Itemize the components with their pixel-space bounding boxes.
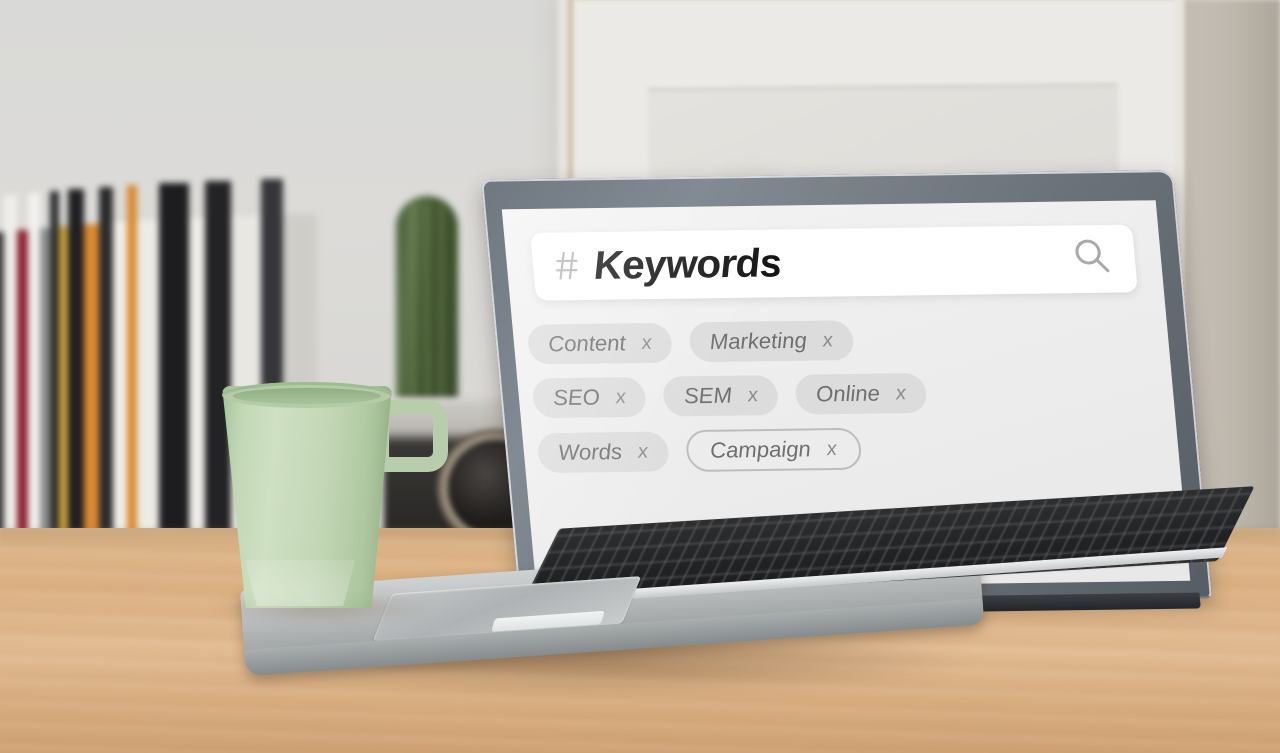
chip-remove-icon[interactable]: x bbox=[615, 386, 627, 409]
chip-remove-icon[interactable]: x bbox=[641, 331, 653, 354]
keyword-chip-content[interactable]: Content x bbox=[526, 322, 674, 365]
mug-interior bbox=[233, 388, 381, 404]
cactus-plant bbox=[396, 196, 458, 418]
chip-label: SEM bbox=[682, 382, 733, 409]
mug-highlight bbox=[244, 560, 356, 606]
cactus-rib bbox=[412, 204, 415, 404]
search-bar[interactable]: # Keywords bbox=[530, 224, 1138, 301]
hashtag-icon: # bbox=[553, 244, 580, 289]
photo-scene: # Keywords Content x Marketing x SEO x SEM x Onl… bbox=[0, 0, 1280, 753]
chip-label: Campaign bbox=[708, 436, 812, 463]
chip-label: Marketing bbox=[708, 327, 808, 355]
book-spine bbox=[17, 230, 28, 562]
book-spine bbox=[205, 181, 231, 562]
chip-remove-icon[interactable]: x bbox=[895, 382, 907, 405]
book-spine bbox=[159, 183, 189, 562]
chip-remove-icon[interactable]: x bbox=[747, 384, 759, 407]
search-icon[interactable] bbox=[1069, 235, 1115, 282]
chip-label: SEO bbox=[551, 384, 601, 411]
search-input[interactable]: Keywords bbox=[592, 241, 784, 288]
chip-remove-icon[interactable]: x bbox=[826, 438, 838, 461]
keyword-chip-marketing[interactable]: Marketing x bbox=[687, 320, 855, 363]
book-spine bbox=[137, 220, 159, 562]
chip-remove-icon[interactable]: x bbox=[637, 440, 649, 463]
chip-label: Words bbox=[556, 439, 623, 465]
keyword-chip-row: Words x Campaign x bbox=[536, 424, 1162, 475]
book-spine bbox=[50, 191, 59, 562]
book-spine bbox=[4, 195, 17, 562]
keyword-chip-online[interactable]: Online x bbox=[794, 373, 928, 415]
keyword-chip-seo[interactable]: SEO x bbox=[531, 376, 648, 419]
cactus-rib bbox=[440, 204, 443, 404]
book-spine bbox=[59, 226, 68, 562]
book-spine bbox=[127, 185, 137, 562]
cactus-rib bbox=[426, 204, 429, 404]
keyword-chip-sem[interactable]: SEM x bbox=[662, 375, 780, 417]
book-spine bbox=[68, 189, 84, 562]
keyword-chip-words[interactable]: Words x bbox=[536, 431, 670, 474]
book-spine bbox=[84, 224, 99, 562]
chip-label: Content bbox=[547, 330, 627, 357]
book-spine bbox=[189, 218, 205, 562]
keyword-chip-list: Content x Marketing x SEO x SEM x Online x Words x C… bbox=[526, 316, 1163, 488]
keyword-chip-row: SEO x SEM x Online x bbox=[531, 370, 1156, 419]
book-spine bbox=[99, 187, 113, 562]
chip-remove-icon[interactable]: x bbox=[822, 329, 834, 352]
book-spine bbox=[113, 222, 127, 562]
keyword-chip-campaign[interactable]: Campaign x bbox=[684, 427, 863, 473]
book-spine bbox=[28, 193, 40, 562]
keyword-chip-row: Content x Marketing x bbox=[526, 316, 1151, 365]
chip-label: Online bbox=[814, 380, 881, 407]
book-spine bbox=[40, 228, 50, 562]
